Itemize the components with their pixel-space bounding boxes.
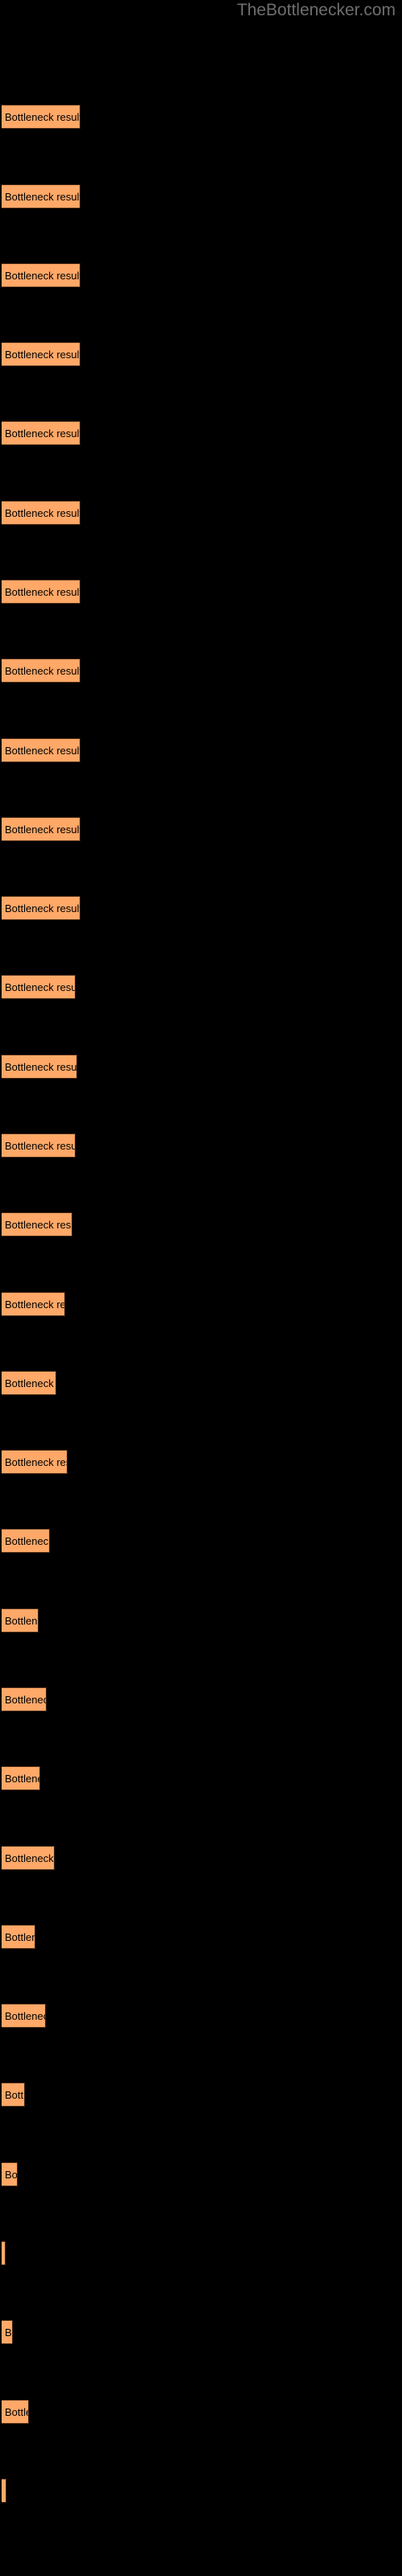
bar-label: Bottleneck result <box>5 586 80 598</box>
bar-4[interactable]: Bottleneck result <box>2 342 80 366</box>
bar-label: Bottleneck result <box>5 270 80 282</box>
bar-22[interactable]: Bottleneck result <box>2 1766 40 1790</box>
bar-18[interactable]: Bottleneck result <box>2 1450 68 1474</box>
bar-label: Bottleneck result <box>5 427 80 440</box>
bar-26[interactable]: Bottleneck result <box>2 2083 25 2107</box>
bar-label: Bottleneck result <box>5 1219 72 1231</box>
bar-17[interactable]: Bottleneck result <box>2 1371 56 1395</box>
bar-14[interactable]: Bottleneck result <box>2 1133 76 1158</box>
bar-1[interactable]: Bottleneck result <box>2 105 80 129</box>
bar-label: Bottleneck result <box>5 824 80 836</box>
bar-label: Bottleneck result <box>5 1456 67 1468</box>
bar-label: Bottleneck result <box>5 2406 28 2418</box>
bar-label: Bottleneck result <box>5 1298 64 1311</box>
bar-28[interactable]: Bottleneck result <box>2 2241 6 2265</box>
bar-label: Bottleneck result <box>5 191 80 203</box>
bar-label: Bottleneck result <box>5 2169 18 2181</box>
bar-25[interactable]: Bottleneck result <box>2 2004 46 2028</box>
bar-label: Bottleneck result <box>5 2089 25 2101</box>
bar-5[interactable]: Bottleneck result <box>2 421 80 445</box>
bar-label: Bottleneck result <box>5 2010 45 2022</box>
bar-29[interactable]: Bottleneck result <box>2 2320 13 2344</box>
bar-24[interactable]: Bottleneck result <box>2 1925 35 1949</box>
bar-label: Bottleneck result <box>5 2242 6 2265</box>
bar-16[interactable]: Bottleneck result <box>2 1292 65 1316</box>
bar-label: Bottleneck result <box>5 1931 35 1943</box>
bar-label: Bottleneck result <box>5 1140 76 1152</box>
bar-label: Bottleneck result <box>5 2326 12 2339</box>
bar-30[interactable]: Bottleneck result <box>2 2400 29 2424</box>
bar-13[interactable]: Bottleneck result <box>2 1055 77 1079</box>
bar-label: Bottleneck result <box>5 745 80 757</box>
bar-3[interactable]: Bottleneck result <box>2 263 80 287</box>
bar-12[interactable]: Bottleneck result <box>2 975 76 999</box>
bar-label: Bottleneck result <box>5 1615 38 1627</box>
bar-label: Bottleneck result <box>5 1535 50 1547</box>
bar-label: Bottleneck result <box>5 349 80 361</box>
bar-27[interactable]: Bottleneck result <box>2 2162 18 2186</box>
bar-6[interactable]: Bottleneck result <box>2 501 80 525</box>
bar-label: Bottleneck result <box>5 1377 55 1389</box>
bar-15[interactable]: Bottleneck result <box>2 1212 72 1236</box>
bar-8[interactable]: Bottleneck result <box>2 658 80 683</box>
bar-label: Bottleneck result <box>5 665 80 677</box>
bar-7[interactable]: Bottleneck result <box>2 580 80 604</box>
bar-10[interactable]: Bottleneck result <box>2 817 80 841</box>
bar-20[interactable]: Bottleneck result <box>2 1608 39 1633</box>
bar-31[interactable]: Bottleneck result <box>2 2479 6 2503</box>
bar-19[interactable]: Bottleneck result <box>2 1529 50 1553</box>
bar-21[interactable]: Bottleneck result <box>2 1687 47 1711</box>
bar-label: Bottleneck result <box>5 1061 77 1073</box>
bar-23[interactable]: Bottleneck result <box>2 1846 55 1870</box>
bottleneck-bar-chart: TheBottlenecker.com Bottleneck result Bot… <box>0 0 402 2576</box>
bar-2[interactable]: Bottleneck result <box>2 184 80 208</box>
bar-label: Bottleneck result <box>5 111 80 123</box>
bar-label: Bottleneck result <box>5 981 76 993</box>
bar-label: Bottleneck result <box>5 1694 46 1706</box>
bar-label: Bottleneck result <box>5 1852 54 1864</box>
bar-label: Bottleneck result <box>5 1773 39 1785</box>
bar-label: Bottleneck result <box>5 507 80 519</box>
bar-9[interactable]: Bottleneck result <box>2 738 80 762</box>
bar-label: Bottleneck result <box>5 902 80 914</box>
bar-11[interactable]: Bottleneck result <box>2 896 80 920</box>
site-watermark: TheBottlenecker.com <box>236 1 396 19</box>
bar-label: Bottleneck result <box>5 2479 6 2502</box>
